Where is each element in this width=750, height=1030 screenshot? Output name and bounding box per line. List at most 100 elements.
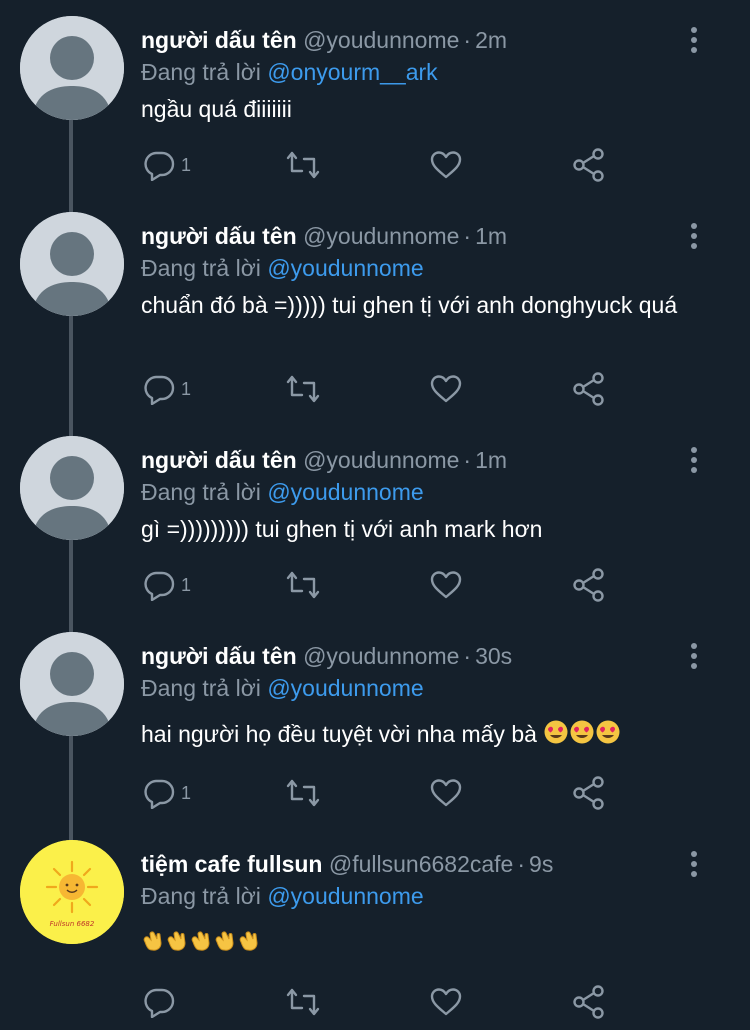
replying-label: Đang trả lời: [141, 59, 261, 85]
like-button[interactable]: [429, 565, 463, 605]
default-avatar-icon[interactable]: [20, 632, 124, 736]
replying-mention[interactable]: @youdunnome: [267, 255, 423, 281]
retweet-icon: [286, 571, 320, 599]
reply-icon: [144, 571, 175, 601]
timestamp[interactable]: 2m: [475, 27, 507, 53]
reply-button[interactable]: 1: [143, 565, 191, 605]
reply-button[interactable]: 1: [143, 773, 191, 813]
share-button[interactable]: [572, 982, 606, 1022]
more-options-icon[interactable]: [684, 642, 704, 670]
retweet-button[interactable]: [285, 982, 321, 1022]
timestamp[interactable]: 30s: [475, 643, 512, 669]
replying-to: Đang trả lời @onyourm__ark: [141, 58, 438, 86]
tweet-header: tiệm cafe fullsun @fullsun6682cafe · 9s: [141, 850, 680, 878]
replying-mention[interactable]: @youdunnome: [267, 479, 423, 505]
heart-icon: [430, 571, 462, 599]
default-avatar-icon[interactable]: [20, 212, 124, 316]
share-icon: [573, 148, 604, 182]
avatar-caption: Fullsun 6682: [50, 920, 95, 928]
reply-tweet[interactable]: người dấu tên @youdunnome · 2m Đang trả lờ…: [0, 0, 750, 200]
separator: ·: [463, 643, 472, 669]
reply-tweet[interactable]: người dấu tên @youdunnome · 1m Đang trả lờ…: [0, 196, 750, 420]
reply-icon: [144, 151, 175, 181]
replying-label: Đang trả lời: [141, 675, 261, 701]
author-name[interactable]: người dấu tên: [141, 27, 297, 53]
retweet-button[interactable]: [285, 773, 321, 813]
reply-icon: [144, 375, 175, 405]
default-avatar-icon[interactable]: [20, 436, 124, 540]
share-icon: [573, 985, 604, 1019]
reply-tweet[interactable]: Fullsun 6682 tiệm cafe fullsun @fullsun6…: [0, 824, 750, 1030]
replying-label: Đang trả lời: [141, 883, 261, 909]
tweet-text: ngầu quá điiiiiii: [141, 96, 292, 122]
reply-count: 1: [181, 378, 192, 399]
retweet-icon: [286, 988, 320, 1016]
timestamp[interactable]: 1m: [475, 447, 507, 473]
replying-to: Đang trả lời @youdunnome: [141, 882, 424, 910]
author-name[interactable]: tiệm cafe fullsun: [141, 851, 322, 877]
share-icon: [573, 372, 604, 406]
reply-count: 1: [181, 154, 192, 175]
replying-to: Đang trả lời @youdunnome: [141, 254, 424, 282]
author-handle[interactable]: @youdunnome: [303, 447, 459, 473]
tweet-text-content: hai người họ đều tuyệt vời nha mấy bà: [141, 721, 544, 747]
reply-thread: người dấu tên @youdunnome · 2m Đang trả lờ…: [0, 0, 750, 1030]
author-handle[interactable]: @youdunnome: [303, 223, 459, 249]
reply-icon: [144, 779, 175, 809]
timestamp[interactable]: 9s: [529, 851, 553, 877]
like-button[interactable]: [429, 369, 463, 409]
share-button[interactable]: [572, 145, 606, 185]
tweet-actions: 1: [141, 565, 621, 605]
replying-label: Đang trả lời: [141, 255, 261, 281]
more-options-icon[interactable]: [684, 222, 704, 250]
retweet-button[interactable]: [285, 145, 321, 185]
author-name[interactable]: người dấu tên: [141, 643, 297, 669]
share-icon: [573, 776, 604, 810]
author-handle[interactable]: @youdunnome: [303, 27, 459, 53]
tweet-text: chuẩn đó bà =))))) tui ghen tị với anh d…: [141, 292, 678, 318]
reply-button[interactable]: 1: [143, 369, 191, 409]
share-button[interactable]: [572, 369, 606, 409]
separator: ·: [463, 447, 472, 473]
tweet-header: người dấu tên @youdunnome · 1m: [141, 446, 680, 474]
tweet-header: người dấu tên @youdunnome · 1m: [141, 222, 680, 250]
retweet-button[interactable]: [285, 369, 321, 409]
author-name[interactable]: người dấu tên: [141, 223, 297, 249]
reply-tweet[interactable]: người dấu tên @youdunnome · 30s Đang trả l…: [0, 616, 750, 824]
more-options-icon[interactable]: [684, 446, 704, 474]
share-button[interactable]: [572, 773, 606, 813]
tweet-actions: [141, 982, 621, 1022]
share-icon: [573, 568, 604, 602]
clapping-hands-emoji-icon: [143, 931, 258, 951]
reply-button[interactable]: [143, 982, 175, 1022]
timestamp[interactable]: 1m: [475, 223, 507, 249]
reply-button[interactable]: 1: [143, 145, 191, 185]
more-options-icon[interactable]: [684, 850, 704, 878]
default-avatar-icon[interactable]: [20, 16, 124, 120]
tweet-text: gì =))))))))) tui ghen tị với anh mark h…: [141, 516, 543, 542]
heart-icon: [430, 988, 462, 1016]
reply-tweet[interactable]: người dấu tên @youdunnome · 1m Đang trả lờ…: [0, 420, 750, 616]
like-button[interactable]: [429, 145, 463, 185]
reply-count: 1: [181, 574, 192, 595]
replying-mention[interactable]: @onyourm__ark: [267, 59, 437, 85]
replying-mention[interactable]: @youdunnome: [267, 883, 423, 909]
like-button[interactable]: [429, 773, 463, 813]
author-name[interactable]: người dấu tên: [141, 447, 297, 473]
like-button[interactable]: [429, 982, 463, 1022]
heart-icon: [430, 779, 462, 807]
author-handle[interactable]: @fullsun6682cafe: [329, 851, 513, 877]
sun-logo-icon[interactable]: Fullsun 6682: [20, 840, 124, 944]
retweet-icon: [286, 151, 320, 179]
more-options-icon[interactable]: [684, 26, 704, 54]
replying-label: Đang trả lời: [141, 479, 261, 505]
replying-mention[interactable]: @youdunnome: [267, 675, 423, 701]
separator: ·: [463, 223, 472, 249]
share-button[interactable]: [572, 565, 606, 605]
reply-icon: [144, 988, 175, 1018]
replying-to: Đang trả lời @youdunnome: [141, 478, 424, 506]
reply-count: 1: [181, 782, 192, 803]
author-handle[interactable]: @youdunnome: [303, 643, 459, 669]
retweet-button[interactable]: [285, 565, 321, 605]
heart-icon: [430, 375, 462, 403]
